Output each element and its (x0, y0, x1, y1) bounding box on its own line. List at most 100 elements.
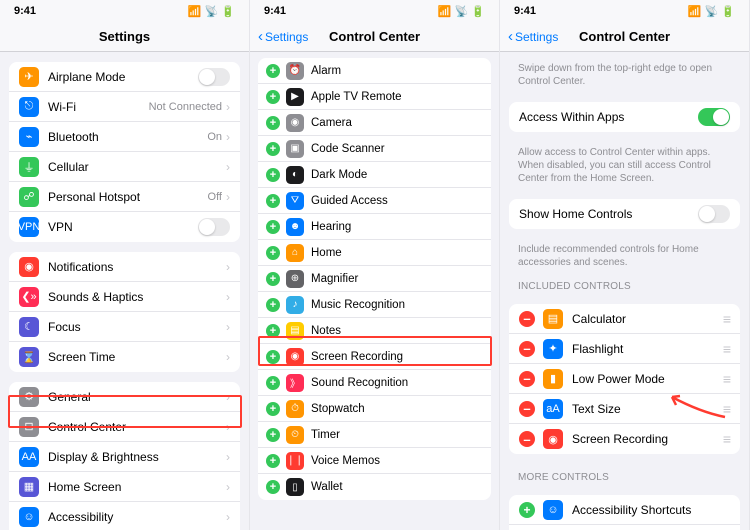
controls-scroll[interactable]: +⏰Alarm+▶Apple TV Remote+◉Camera+▣Code S… (250, 52, 499, 530)
add-button[interactable]: + (266, 402, 280, 416)
row-magnifier[interactable]: +⊕Magnifier (258, 266, 491, 292)
add-button[interactable]: + (266, 142, 280, 156)
toggle[interactable] (198, 68, 230, 86)
battery-icon: 🔋 (721, 5, 735, 18)
row-flashlight[interactable]: –✦Flashlight≡ (509, 334, 740, 364)
row-airplane-mode[interactable]: ✈︎Airplane Mode (9, 62, 240, 92)
row-label: Magnifier (311, 273, 483, 285)
add-button[interactable]: + (266, 168, 280, 182)
access-toggle[interactable] (698, 108, 730, 126)
status-indicators: 📶 📡 🔋 (188, 5, 235, 18)
row-label: Sounds & Haptics (48, 290, 226, 304)
show-home-controls-row[interactable]: Show Home Controls (509, 199, 740, 229)
row-low-power-mode[interactable]: –▮Low Power Mode≡ (509, 364, 740, 394)
chevron-left-icon: ‹ (508, 28, 513, 45)
row-dark-mode[interactable]: +◐Dark Mode (258, 162, 491, 188)
row-camera[interactable]: +◉Camera (258, 110, 491, 136)
drag-handle-icon[interactable]: ≡ (723, 401, 730, 417)
row-alarm[interactable]: +⏰Alarm (258, 58, 491, 84)
row-vpn[interactable]: VPNVPN (9, 212, 240, 242)
access-footer: Allow access to Control Center within ap… (500, 142, 749, 189)
toggle[interactable] (198, 218, 230, 236)
wifi-icon: 📡 (205, 5, 219, 18)
row-guided-access[interactable]: +⛛Guided Access (258, 188, 491, 214)
cc-scroll[interactable]: Swipe down from the top-right edge to op… (500, 52, 749, 530)
add-button[interactable]: + (266, 298, 280, 312)
wifi-icon: 📡 (705, 5, 719, 18)
row-home[interactable]: +⌂Home (258, 240, 491, 266)
row-timer[interactable]: +⏲Timer (258, 422, 491, 448)
drag-handle-icon[interactable]: ≡ (723, 311, 730, 327)
drag-handle-icon[interactable]: ≡ (723, 431, 730, 447)
add-button[interactable]: + (266, 90, 280, 104)
add-button[interactable]: + (266, 220, 280, 234)
app-icon: ⌛ (19, 347, 39, 367)
add-button[interactable]: + (266, 194, 280, 208)
remove-button[interactable]: – (519, 341, 535, 357)
row-general[interactable]: ⚙General› (9, 382, 240, 412)
add-button[interactable]: + (266, 350, 280, 364)
row-control-center[interactable]: ⊟Control Center› (9, 412, 240, 442)
remove-button[interactable]: – (519, 371, 535, 387)
drag-handle-icon[interactable]: ≡ (723, 371, 730, 387)
app-icon: ▯ (286, 478, 304, 496)
remove-button[interactable]: – (519, 431, 535, 447)
add-button[interactable]: + (266, 272, 280, 286)
row-accessibility[interactable]: ☺Accessibility› (9, 502, 240, 530)
add-button[interactable]: + (519, 502, 535, 518)
row-sounds-haptics[interactable]: ❮»Sounds & Haptics› (9, 282, 240, 312)
row-label: Text Size (572, 402, 723, 416)
access-within-apps-row[interactable]: Access Within Apps (509, 102, 740, 132)
add-button[interactable]: + (266, 480, 280, 494)
access-group: Access Within Apps (509, 102, 740, 132)
add-button[interactable]: + (266, 454, 280, 468)
row-notifications[interactable]: ◉Notifications› (9, 252, 240, 282)
row-text-size[interactable]: –aAText Size≡ (509, 394, 740, 424)
status-time: 9:41 (514, 5, 536, 17)
add-button[interactable]: + (266, 428, 280, 442)
row-cellular[interactable]: ⏚Cellular› (9, 152, 240, 182)
add-button[interactable]: + (266, 246, 280, 260)
row-bluetooth[interactable]: ⌁BluetoothOn› (9, 122, 240, 152)
row-screen-time[interactable]: ⌛Screen Time› (9, 342, 240, 372)
app-icon: ⏚ (19, 157, 39, 177)
remove-button[interactable]: – (519, 401, 535, 417)
row-sound-recognition[interactable]: +》Sound Recognition (258, 370, 491, 396)
row-screen-recording[interactable]: +◉Screen Recording (258, 344, 491, 370)
add-button[interactable]: + (266, 324, 280, 338)
row-label: Music Recognition (311, 299, 483, 311)
row-focus[interactable]: ☾Focus› (9, 312, 240, 342)
row-stopwatch[interactable]: +⏱Stopwatch (258, 396, 491, 422)
signal-icon: 📶 (188, 5, 202, 18)
row-code-scanner[interactable]: +▣Code Scanner (258, 136, 491, 162)
add-button[interactable]: + (266, 64, 280, 78)
app-icon: ▣ (286, 140, 304, 158)
status-time: 9:41 (14, 5, 36, 17)
remove-button[interactable]: – (519, 311, 535, 327)
row-personal-hotspot[interactable]: ☍Personal HotspotOff› (9, 182, 240, 212)
home-toggle[interactable] (698, 205, 730, 223)
chevron-right-icon: › (226, 290, 230, 304)
row-voice-memos[interactable]: +❘❘Voice Memos (258, 448, 491, 474)
row-notes[interactable]: +▤Notes (258, 318, 491, 344)
row-display-brightness[interactable]: AADisplay & Brightness› (9, 442, 240, 472)
back-button[interactable]: ‹Settings (508, 28, 558, 45)
add-button[interactable]: + (266, 116, 280, 130)
row-apple-tv-remote[interactable]: +▶Apple TV Remote (258, 84, 491, 110)
row-hearing[interactable]: +☻Hearing (258, 214, 491, 240)
row-value: Not Connected (149, 101, 222, 113)
back-button[interactable]: ‹Settings (258, 28, 308, 45)
row-screen-recording[interactable]: –◉Screen Recording≡ (509, 424, 740, 454)
add-button[interactable]: + (266, 376, 280, 390)
drag-handle-icon[interactable]: ≡ (723, 341, 730, 357)
row-alarm[interactable]: +⏰Alarm (509, 525, 740, 530)
app-icon: ▦ (19, 477, 39, 497)
row-home-screen[interactable]: ▦Home Screen› (9, 472, 240, 502)
row-music-recognition[interactable]: +♪Music Recognition (258, 292, 491, 318)
row-calculator[interactable]: –▤Calculator≡ (509, 304, 740, 334)
app-icon: ⎋ (19, 97, 39, 117)
settings-scroll[interactable]: ✈︎Airplane Mode⎋Wi-FiNot Connected›⌁Blue… (0, 52, 249, 530)
row-wi-fi[interactable]: ⎋Wi-FiNot Connected› (9, 92, 240, 122)
row-accessibility-shortcuts[interactable]: +☺Accessibility Shortcuts (509, 495, 740, 525)
row-wallet[interactable]: +▯Wallet (258, 474, 491, 500)
